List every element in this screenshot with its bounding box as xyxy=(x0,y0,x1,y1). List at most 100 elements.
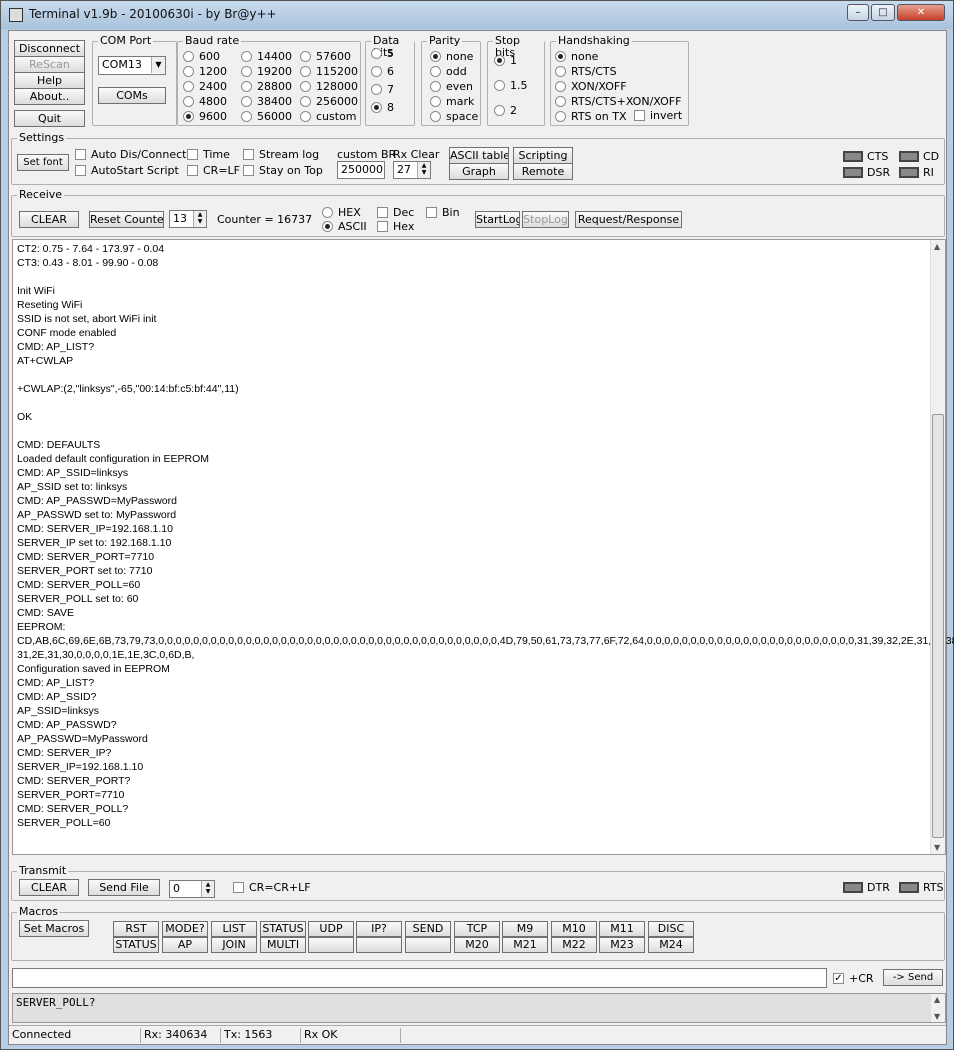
scroll-thumb[interactable] xyxy=(932,414,944,838)
send-input[interactable] xyxy=(12,968,827,988)
parity-radio-odd[interactable]: odd xyxy=(430,65,494,79)
stop-bits-radio-2[interactable]: 2 xyxy=(494,104,558,118)
send-button[interactable]: -> Send xyxy=(883,969,943,986)
data-bits-radio-7[interactable]: 7 xyxy=(371,83,435,97)
baud-radio-custom[interactable]: custom xyxy=(300,110,364,124)
macro-button-row1-3[interactable]: LIST xyxy=(211,921,257,937)
macro-button-row1-8[interactable]: TCP xyxy=(454,921,500,937)
macro-button-row1-7[interactable]: SEND xyxy=(405,921,451,937)
receive-text-area[interactable]: CT2: 0.75 - 7.64 - 173.97 - 0.04 CT3: 0.4… xyxy=(12,239,954,855)
history-scroll-down-icon[interactable]: ▼ xyxy=(934,1012,940,1021)
macro-button-row2-5[interactable] xyxy=(308,937,354,953)
macro-button-row2-11[interactable]: M23 xyxy=(599,937,645,953)
quit-button[interactable]: Quit xyxy=(14,110,85,127)
data-bits-radio-6[interactable]: 6 xyxy=(371,65,435,79)
macro-button-row1-12[interactable]: DISC xyxy=(648,921,694,937)
stop-bits-radio-1[interactable]: 1 xyxy=(494,54,558,68)
stop-log-button[interactable]: StopLog xyxy=(522,211,569,228)
scroll-down-icon[interactable]: ▼ xyxy=(934,843,940,852)
macro-button-row2-1[interactable]: STATUS xyxy=(113,937,159,953)
data-bits-radio-5[interactable]: 5 xyxy=(371,47,435,61)
parity-radio-none[interactable]: none xyxy=(430,50,494,64)
autostart-script-checkbox[interactable]: AutoStart Script xyxy=(75,164,185,178)
custom-br-input[interactable]: 250000 xyxy=(337,161,385,179)
rx-clear-input[interactable]: 27 ▲ ▼ xyxy=(393,161,431,179)
counter-spin-input[interactable]: 13 ▲ ▼ xyxy=(169,210,207,228)
receive-clear-button[interactable]: CLEAR xyxy=(19,211,79,228)
disconnect-button[interactable]: Disconnect xyxy=(14,40,85,57)
macro-button-row2-3[interactable]: JOIN xyxy=(211,937,257,953)
auto-dis-connect-checkbox[interactable]: Auto Dis/Connect xyxy=(75,148,186,162)
plus-cr-checkbox[interactable]: ✓ +CR xyxy=(833,972,883,986)
history-scrollbar[interactable]: ▲ ▼ xyxy=(930,994,945,1022)
handshaking-radio-3[interactable]: RTS/CTS+XON/XOFF xyxy=(555,95,681,109)
macro-button-row2-2[interactable]: AP xyxy=(162,937,208,953)
baud-radio-2400[interactable]: 2400 xyxy=(183,80,247,94)
baud-radio-57600[interactable]: 57600 xyxy=(300,50,364,64)
macro-button-row2-8[interactable]: M20 xyxy=(454,937,500,953)
coms-button[interactable]: COMs xyxy=(98,87,166,104)
macro-button-row1-6[interactable]: IP? xyxy=(356,921,402,937)
history-scroll-up-icon[interactable]: ▲ xyxy=(934,995,940,1004)
minimize-button[interactable]: – xyxy=(847,4,869,21)
baud-radio-4800[interactable]: 4800 xyxy=(183,95,247,109)
scripting-button[interactable]: Scripting xyxy=(513,147,573,164)
start-log-button[interactable]: StartLog xyxy=(475,211,520,228)
handshaking-radio-4[interactable]: RTS on TX xyxy=(555,110,627,124)
time-checkbox[interactable]: Time xyxy=(187,148,237,162)
baud-radio-256000[interactable]: 256000 xyxy=(300,95,364,109)
parity-radio-space[interactable]: space xyxy=(430,110,494,124)
hex-radio[interactable]: HEX xyxy=(322,206,372,220)
baud-radio-115200[interactable]: 115200 xyxy=(300,65,364,79)
reset-counter-button[interactable]: Reset Counter xyxy=(89,211,164,228)
baud-radio-14400[interactable]: 14400 xyxy=(241,50,305,64)
parity-radio-even[interactable]: even xyxy=(430,80,494,94)
baud-radio-128000[interactable]: 128000 xyxy=(300,80,364,94)
cr-cr-lf-checkbox[interactable]: CR=CR+LF xyxy=(233,881,313,895)
macro-button-row1-10[interactable]: M10 xyxy=(551,921,597,937)
handshaking-radio-1[interactable]: RTS/CTS xyxy=(555,65,619,79)
ascii-table-button[interactable]: ASCII table xyxy=(449,147,509,164)
scroll-up-icon[interactable]: ▲ xyxy=(934,242,940,251)
macro-button-row1-11[interactable]: M11 xyxy=(599,921,645,937)
send-file-button[interactable]: Send File xyxy=(88,879,160,896)
send-history-box[interactable]: SERVER_POLL? ▲ ▼ xyxy=(12,993,946,1023)
parity-radio-mark[interactable]: mark xyxy=(430,95,494,109)
transmit-spinner[interactable]: ▲ ▼ xyxy=(201,881,214,897)
chevron-down-icon[interactable]: ▼ xyxy=(151,57,165,73)
rx-clear-spinner[interactable]: ▲ ▼ xyxy=(417,162,430,178)
about-button[interactable]: About.. xyxy=(14,88,85,105)
stay-on-top-checkbox[interactable]: Stay on Top xyxy=(243,164,323,178)
invert-checkbox[interactable]: invert xyxy=(634,109,689,123)
transmit-clear-button[interactable]: CLEAR xyxy=(19,879,79,896)
close-button[interactable]: ✕ xyxy=(897,4,945,21)
help-button[interactable]: Help xyxy=(14,72,85,89)
stop-bits-radio-1.5[interactable]: 1.5 xyxy=(494,79,558,93)
transmit-spin-input[interactable]: 0 ▲ ▼ xyxy=(169,880,215,898)
data-bits-radio-8[interactable]: 8 xyxy=(371,101,435,115)
title-bar[interactable]: Terminal v1.9b - 20100630i - by Br@y++ –… xyxy=(1,1,953,29)
dec-checkbox[interactable]: Dec xyxy=(377,206,422,220)
baud-radio-1200[interactable]: 1200 xyxy=(183,65,247,79)
set-font-button[interactable]: Set font xyxy=(17,154,69,171)
request-response-button[interactable]: Request/Response xyxy=(575,211,682,228)
baud-radio-28800[interactable]: 28800 xyxy=(241,80,305,94)
macro-button-row2-12[interactable]: M24 xyxy=(648,937,694,953)
macro-button-row2-4[interactable]: MULTI xyxy=(260,937,306,953)
macro-button-row1-4[interactable]: STATUS xyxy=(260,921,306,937)
baud-radio-600[interactable]: 600 xyxy=(183,50,247,64)
baud-radio-9600[interactable]: 9600 xyxy=(183,110,247,124)
bin-checkbox[interactable]: Bin xyxy=(426,206,466,220)
stream-log-checkbox[interactable]: Stream log xyxy=(243,148,323,162)
handshaking-radio-0[interactable]: none xyxy=(555,50,619,64)
remote-button[interactable]: Remote xyxy=(513,163,573,180)
macro-button-row1-1[interactable]: RST xyxy=(113,921,159,937)
macro-button-row2-9[interactable]: M21 xyxy=(502,937,548,953)
ascii-radio[interactable]: ASCII xyxy=(322,220,372,234)
macro-button-row1-2[interactable]: MODE? xyxy=(162,921,208,937)
macro-button-row1-9[interactable]: M9 xyxy=(502,921,548,937)
receive-scrollbar[interactable]: ▲ ▼ xyxy=(930,240,945,854)
cr-lf-checkbox[interactable]: CR=LF xyxy=(187,164,242,178)
baud-radio-38400[interactable]: 38400 xyxy=(241,95,305,109)
macro-button-row2-7[interactable] xyxy=(405,937,451,953)
